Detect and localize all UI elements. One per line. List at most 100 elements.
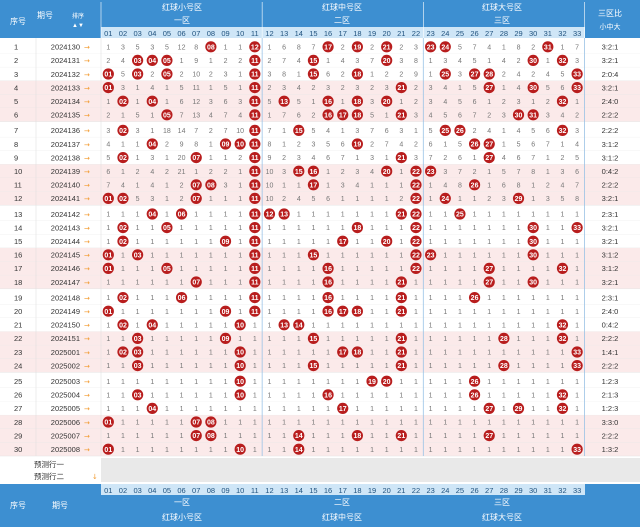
red-ball-number: 22 bbox=[412, 212, 420, 219]
miss-count: 1 bbox=[385, 447, 389, 454]
miss-count: 5 bbox=[326, 142, 330, 149]
miss-count: 1 bbox=[487, 420, 491, 427]
issue-header: 期号 bbox=[37, 11, 53, 20]
miss-count: 1 bbox=[297, 336, 301, 343]
miss-count: 1 bbox=[458, 406, 462, 413]
miss-count: 1 bbox=[370, 350, 374, 357]
miss-count: 1 bbox=[531, 295, 535, 302]
zone-ratio: 3:1:2 bbox=[602, 153, 619, 162]
miss-count: 2 bbox=[517, 58, 521, 65]
miss-count: 1 bbox=[385, 196, 389, 203]
arrow-down-icon[interactable]: ↓ bbox=[92, 473, 98, 481]
miss-count: 1 bbox=[487, 309, 491, 316]
miss-count: 1 bbox=[385, 322, 389, 329]
miss-count: 3 bbox=[575, 128, 579, 135]
miss-count: 1 bbox=[429, 309, 433, 316]
predict-row-cells[interactable] bbox=[101, 458, 640, 470]
miss-count: 1 bbox=[399, 99, 403, 106]
miss-count: 1 bbox=[209, 239, 213, 246]
sort-arrows-icon[interactable]: ▲▼ bbox=[72, 23, 84, 29]
miss-count: 7 bbox=[341, 155, 345, 162]
red-ball-number: 10 bbox=[236, 350, 244, 357]
red-ball-number: 16 bbox=[324, 99, 332, 106]
miss-count: 1 bbox=[311, 379, 315, 386]
zone-ratio: 2:0:4 bbox=[602, 70, 619, 79]
draw-row: 3 2024132 → 01 5 03 2 05 2 10 2 3 1 11 3 8 1 15 6 2 18 1 2 2 9 1 2… bbox=[0, 67, 640, 82]
miss-count: 4 bbox=[502, 58, 506, 65]
miss-count: 1 bbox=[561, 44, 565, 51]
row-background bbox=[0, 331, 640, 346]
miss-count: 1 bbox=[165, 99, 169, 106]
red-ball-number: 27 bbox=[485, 85, 493, 92]
miss-count: 1 bbox=[473, 266, 477, 273]
miss-count: 7 bbox=[546, 142, 550, 149]
column-number: 04 bbox=[148, 486, 156, 495]
miss-count: 1 bbox=[282, 295, 286, 302]
column-number: 05 bbox=[163, 486, 171, 495]
row-issue: 2024132 bbox=[51, 70, 80, 79]
miss-count: 1 bbox=[194, 212, 198, 219]
miss-count: 7 bbox=[370, 128, 374, 135]
miss-count: 1 bbox=[370, 420, 374, 427]
column-number: 26 bbox=[470, 29, 478, 38]
miss-count: 2 bbox=[297, 142, 301, 149]
sort-button[interactable]: 排序 bbox=[72, 12, 84, 20]
miss-count: 1 bbox=[136, 239, 140, 246]
miss-count: 1 bbox=[282, 447, 286, 454]
column-number: 27 bbox=[485, 29, 493, 38]
miss-count: 3 bbox=[414, 112, 418, 119]
footer-issue-label: 期号 bbox=[52, 501, 68, 510]
miss-count: 1 bbox=[341, 225, 345, 232]
draw-row: 22 2024151 → 1 1 03 1 1 1 1 1 09 1 1 1 1 1 15 1 1 1 1 1 21 1 1 1 1 1… bbox=[0, 331, 640, 346]
red-ball-number: 17 bbox=[339, 239, 347, 246]
draw-row: 16 2024145 → 01 1 03 1 1 1 1 1 1 1 11 1 1 1 15 1 1 1 1 1 1 22 23 1… bbox=[0, 248, 640, 262]
miss-count: 1 bbox=[429, 379, 433, 386]
red-ball-number: 05 bbox=[163, 112, 171, 119]
red-ball-number: 11 bbox=[251, 239, 259, 246]
miss-count: 1 bbox=[209, 225, 213, 232]
miss-count: 1 bbox=[194, 406, 198, 413]
arrow-right-icon: → bbox=[84, 84, 90, 92]
miss-count: 1 bbox=[121, 406, 125, 413]
miss-count: 1 bbox=[253, 336, 257, 343]
miss-count: 1 bbox=[429, 295, 433, 302]
miss-count: 1 bbox=[209, 196, 213, 203]
miss-count: 9 bbox=[414, 72, 418, 79]
row-seq: 23 bbox=[14, 348, 22, 357]
miss-count: 5 bbox=[575, 155, 579, 162]
row-seq: 3 bbox=[14, 70, 18, 79]
red-ball-number: 33 bbox=[573, 85, 581, 92]
miss-count: 1 bbox=[136, 155, 140, 162]
miss-count: 1 bbox=[282, 142, 286, 149]
miss-count: 1 bbox=[180, 225, 184, 232]
miss-count: 2 bbox=[136, 169, 140, 176]
miss-count: 1 bbox=[121, 266, 125, 273]
red-ball-number: 17 bbox=[339, 406, 347, 413]
red-ball-number: 30 bbox=[529, 85, 537, 92]
red-ball-number: 11 bbox=[251, 128, 259, 135]
miss-count: 1 bbox=[575, 295, 579, 302]
zone-ratio: 1:2:3 bbox=[602, 404, 619, 413]
miss-count: 2 bbox=[180, 72, 184, 79]
miss-count: 1 bbox=[253, 350, 257, 357]
miss-count: 12 bbox=[192, 99, 200, 106]
row-seq: 9 bbox=[14, 153, 18, 162]
miss-count: 1 bbox=[238, 252, 242, 259]
miss-count: 1 bbox=[531, 99, 535, 106]
miss-count: 1 bbox=[355, 322, 359, 329]
red-ball-number: 33 bbox=[573, 447, 581, 454]
miss-count: 5 bbox=[473, 85, 477, 92]
predict-row-cells[interactable] bbox=[101, 470, 640, 482]
miss-count: 1 bbox=[224, 44, 228, 51]
miss-count: 1 bbox=[165, 212, 169, 219]
miss-count: 5 bbox=[370, 112, 374, 119]
miss-count: 4 bbox=[443, 182, 447, 189]
column-number: 31 bbox=[544, 486, 552, 495]
red-ball-number: 01 bbox=[104, 252, 112, 259]
miss-count: 1 bbox=[561, 379, 565, 386]
miss-count: 1 bbox=[531, 363, 535, 370]
miss-count: 1 bbox=[443, 212, 447, 219]
miss-count: 3 bbox=[238, 99, 242, 106]
miss-count: 3 bbox=[355, 169, 359, 176]
miss-count: 6 bbox=[326, 196, 330, 203]
